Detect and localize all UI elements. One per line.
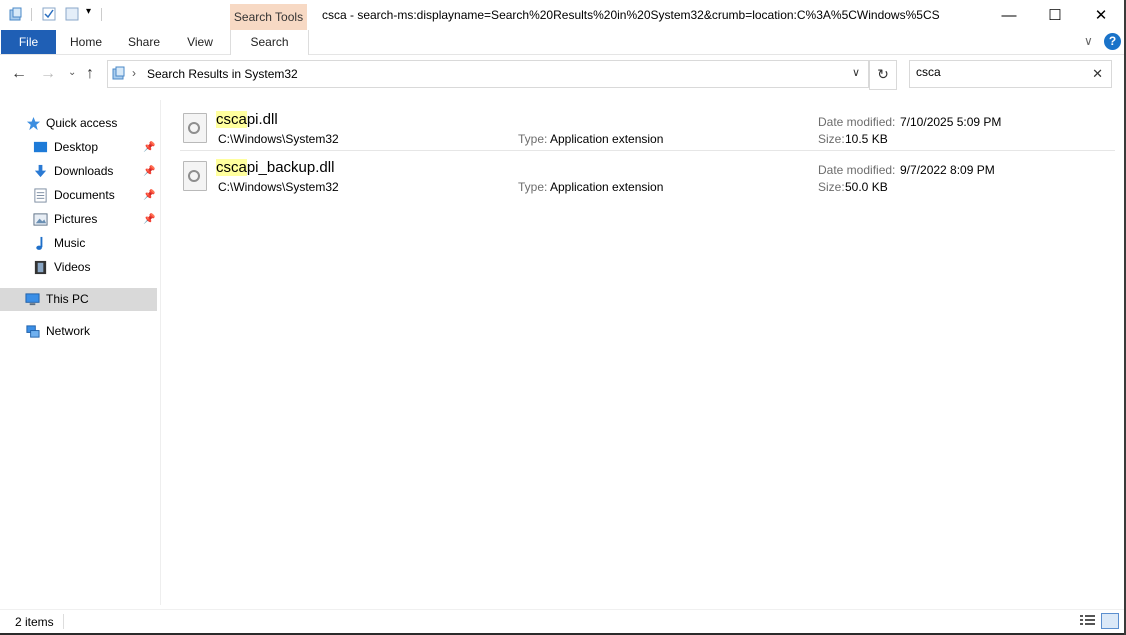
type-value: Application extension bbox=[550, 180, 664, 194]
tab-share[interactable]: Share bbox=[120, 30, 168, 54]
properties-icon[interactable] bbox=[42, 7, 56, 21]
desktop-icon bbox=[33, 141, 48, 153]
sidebar-item-label: Music bbox=[54, 236, 86, 250]
title-bar: ▾ Search Tools csca - search-ms:displayn… bbox=[0, 0, 1126, 30]
download-arrow-icon bbox=[34, 164, 47, 178]
search-results-list: cscapi.dll C:\Windows\System32 Type: App… bbox=[160, 100, 1126, 605]
tab-file[interactable]: File bbox=[1, 30, 56, 54]
tiles-view-icon[interactable] bbox=[1101, 613, 1119, 629]
date-modified-value: 9/7/2022 8:09 PM bbox=[900, 163, 995, 177]
date-modified-label: Date modified: bbox=[818, 115, 896, 129]
sidebar-item-videos[interactable]: Videos bbox=[0, 256, 157, 279]
breadcrumb[interactable]: Search Results in System32 bbox=[147, 67, 298, 81]
type-value: Application extension bbox=[550, 132, 664, 146]
file-name-rest: pi_backup.dll bbox=[246, 159, 335, 176]
pin-icon: 📌 bbox=[143, 142, 156, 153]
up-arrow-icon[interactable]: ↑ bbox=[86, 65, 94, 83]
item-count: 2 items bbox=[15, 615, 54, 629]
title-separator bbox=[31, 8, 32, 21]
list-item[interactable]: cscapi.dll C:\Windows\System32 Type: App… bbox=[180, 103, 1115, 150]
file-name[interactable]: cscapi_backup.dll bbox=[216, 159, 334, 176]
date-modified-label: Date modified: bbox=[818, 163, 896, 177]
sidebar-item-label: Videos bbox=[54, 260, 91, 274]
file-path: C:\Windows\System32 bbox=[218, 132, 339, 146]
sidebar-item-desktop[interactable]: Desktop 📌 bbox=[0, 136, 157, 159]
sidebar-item-pictures[interactable]: Pictures 📌 bbox=[0, 208, 157, 231]
minimize-button[interactable]: — bbox=[986, 0, 1032, 30]
sidebar-item-network[interactable]: Network bbox=[0, 320, 157, 343]
close-button[interactable]: ✕ bbox=[1078, 0, 1124, 30]
film-icon bbox=[34, 260, 47, 275]
date-modified-value: 7/10/2025 5:09 PM bbox=[900, 115, 1002, 129]
navigation-pane: Quick access Desktop 📌 Downloads 📌 Docum… bbox=[0, 100, 161, 605]
contextual-tab-header: Search Tools bbox=[230, 4, 307, 30]
sidebar-item-this-pc[interactable]: This PC bbox=[0, 288, 157, 311]
music-note-icon bbox=[36, 236, 43, 250]
tab-view[interactable]: View bbox=[178, 30, 222, 54]
network-icon bbox=[26, 325, 40, 338]
size-value: 10.5 KB bbox=[845, 132, 888, 146]
sidebar-item-quick-access[interactable]: Quick access bbox=[0, 112, 157, 135]
search-match-highlight: csca bbox=[216, 111, 247, 128]
size-value: 50.0 KB bbox=[845, 180, 888, 194]
dll-file-icon bbox=[183, 161, 207, 191]
sidebar-item-music[interactable]: Music bbox=[0, 232, 157, 255]
sidebar-item-documents[interactable]: Documents 📌 bbox=[0, 184, 157, 207]
type-label: Type: bbox=[518, 180, 548, 194]
forward-arrow-icon[interactable]: → bbox=[40, 65, 56, 83]
details-view-icon[interactable] bbox=[1080, 614, 1095, 627]
sidebar-item-label: This PC bbox=[46, 292, 89, 306]
status-bar: 2 items bbox=[0, 609, 1126, 634]
expand-ribbon-chevron-icon[interactable]: ∨ bbox=[1084, 34, 1093, 48]
sidebar-item-label: Downloads bbox=[54, 164, 114, 178]
sidebar-item-label: Desktop bbox=[54, 140, 99, 154]
type-label: Type: bbox=[518, 132, 548, 146]
status-separator bbox=[63, 614, 64, 629]
dll-file-icon bbox=[183, 113, 207, 143]
refresh-button[interactable]: ↻ bbox=[869, 60, 897, 90]
search-box[interactable]: ✕ bbox=[909, 60, 1112, 88]
recent-locations-chevron-icon[interactable]: ⌄ bbox=[68, 67, 76, 78]
address-dropdown-chevron-icon[interactable]: ∨ bbox=[852, 66, 860, 79]
pin-icon: 📌 bbox=[143, 166, 156, 177]
ribbon-tab-bar: File Home Share View Search ∨ ? bbox=[0, 30, 1126, 55]
size-label: Size: bbox=[818, 132, 845, 146]
search-input[interactable] bbox=[916, 65, 1081, 79]
list-item[interactable]: cscapi_backup.dll C:\Windows\System32 Ty… bbox=[180, 151, 1115, 198]
maximize-button[interactable]: ☐ bbox=[1032, 0, 1078, 30]
folder-app-icon bbox=[9, 7, 22, 21]
sidebar-item-label: Pictures bbox=[54, 212, 98, 226]
file-path: C:\Windows\System32 bbox=[218, 180, 339, 194]
tab-search[interactable]: Search bbox=[230, 30, 309, 55]
clear-search-icon[interactable]: ✕ bbox=[1092, 66, 1103, 82]
title-separator bbox=[101, 8, 102, 21]
file-name-rest: pi.dll bbox=[246, 111, 278, 128]
help-icon[interactable]: ? bbox=[1104, 33, 1121, 50]
pin-icon: 📌 bbox=[143, 214, 156, 225]
address-row: ← → ⌄ ↑ › Search Results in System32 ∨ ↻… bbox=[0, 55, 1126, 93]
customize-quick-access-chevron-icon[interactable]: ▾ bbox=[86, 6, 91, 17]
size-label: Size: bbox=[818, 180, 845, 194]
address-bar[interactable]: › Search Results in System32 ∨ bbox=[107, 60, 869, 88]
file-name[interactable]: cscapi.dll bbox=[216, 111, 278, 128]
tab-home[interactable]: Home bbox=[62, 30, 110, 54]
sidebar-item-label: Documents bbox=[54, 188, 115, 202]
sidebar-item-downloads[interactable]: Downloads 📌 bbox=[0, 160, 157, 183]
window-title: csca - search-ms:displayname=Search%20Re… bbox=[322, 8, 940, 22]
computer-icon bbox=[25, 293, 40, 306]
document-icon bbox=[34, 188, 47, 203]
search-results-folder-icon bbox=[112, 66, 125, 80]
back-arrow-icon[interactable]: ← bbox=[11, 65, 27, 83]
new-folder-icon[interactable] bbox=[65, 7, 79, 21]
breadcrumb-separator[interactable]: › bbox=[132, 66, 136, 80]
sidebar-item-label: Network bbox=[46, 324, 91, 338]
star-icon bbox=[26, 116, 41, 131]
picture-icon bbox=[33, 213, 48, 226]
pin-icon: 📌 bbox=[143, 190, 156, 201]
search-match-highlight: csca bbox=[216, 159, 247, 176]
sidebar-item-label: Quick access bbox=[46, 116, 118, 130]
